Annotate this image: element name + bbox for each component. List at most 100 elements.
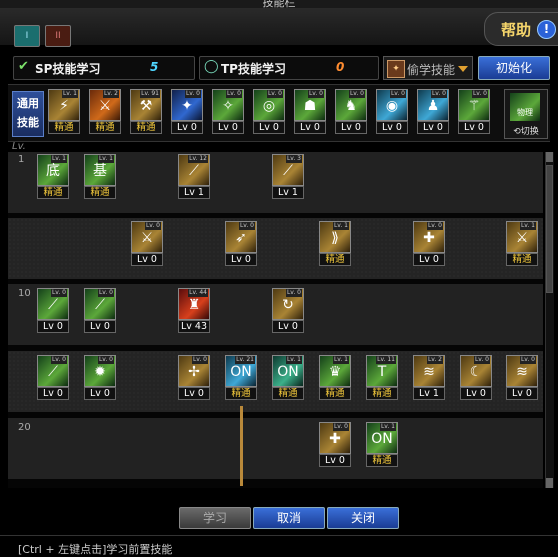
skill-level-label: Lv 43 — [178, 320, 210, 333]
skill-level-tag: Lv. 2 — [102, 90, 119, 98]
initialize-button[interactable]: 初始化 — [478, 56, 550, 80]
skill-icon[interactable]: Lv. 0 ✧ Lv 0 — [212, 89, 244, 134]
help-label: 帮助 — [501, 21, 532, 39]
skill-level-tag: Lv. 1 — [97, 155, 114, 163]
skill-level-label: 精通 — [319, 253, 351, 266]
divider — [0, 535, 558, 536]
common-skills-label: 通用技能 — [12, 91, 44, 137]
skill-icon[interactable]: Lv. 1 ⟫ 精通 — [319, 221, 351, 266]
skill-level-tag: Lv. 0 — [266, 90, 283, 98]
skill-level-tag: Lv. 1 — [332, 356, 349, 364]
scroll-up-arrow[interactable] — [546, 152, 553, 162]
scroll-down-arrow[interactable] — [546, 478, 553, 488]
skill-icon[interactable]: Lv. 0 ≋ Lv 0 — [506, 355, 538, 400]
skill-icon[interactable]: Lv. 0 ✚ Lv 0 — [413, 221, 445, 266]
tree-row-band — [8, 218, 543, 279]
skill-level-label: Lv 0 — [171, 121, 203, 134]
skill-icon[interactable]: Lv. 0 ⚔ Lv 0 — [131, 221, 163, 266]
skill-icon[interactable]: Lv. 3 ⟋ Lv 1 — [272, 154, 304, 199]
exchange-icon: 物理 — [510, 93, 540, 121]
skill-icon[interactable]: Lv. 0 ✚ Lv 0 — [319, 422, 351, 467]
skill-level-tag: Lv. 0 — [473, 356, 490, 364]
skill-level-tag: Lv. 0 — [225, 90, 242, 98]
skill-icon[interactable]: Lv. 44 ♜ Lv 43 — [178, 288, 210, 333]
skill-level-tag: Lv. 1 — [285, 356, 302, 364]
skill-glyph: ⚡ — [59, 98, 69, 114]
row-level-10: 10 — [18, 288, 31, 299]
hint-text: [Ctrl + 左键点击]学习前置技能 — [18, 543, 173, 556]
skill-level-tag: Lv. 1 — [61, 90, 78, 98]
exchange-button[interactable]: 物理 ⟲切换 — [504, 89, 548, 139]
skill-level-label: 精通 — [272, 387, 304, 400]
skill-level-label: Lv 0 — [131, 253, 163, 266]
skill-icon[interactable]: Lv. 0 ☗ Lv 0 — [294, 89, 326, 134]
skill-level-tag: Lv. 0 — [519, 356, 536, 364]
skill-level-label: Lv 0 — [335, 121, 367, 134]
skill-icon[interactable]: Lv. 0 ♞ Lv 0 — [335, 89, 367, 134]
skill-glyph: ⟋ — [48, 364, 58, 380]
skill-icon[interactable]: Lv. 0 ♟ Lv 0 — [417, 89, 449, 134]
skill-icon[interactable]: Lv. 1 ON 精通 — [366, 422, 398, 467]
skill-icon[interactable]: Lv. 0 ◎ Lv 0 — [253, 89, 285, 134]
skill-glyph: ↻ — [282, 297, 294, 313]
skill-level-label: Lv 0 — [417, 121, 449, 134]
tab-skill-page-1[interactable]: I — [14, 25, 40, 47]
skill-icon[interactable]: Lv. 0 ✹ Lv 0 — [84, 355, 116, 400]
close-button[interactable]: 关闭 — [327, 507, 399, 529]
sp-value: 5 — [150, 60, 159, 74]
skill-level-label: Lv 0 — [37, 320, 69, 333]
level-axis-label: Lv. — [12, 141, 26, 152]
skill-level-label: 精通 — [84, 186, 116, 199]
skill-icon[interactable]: Lv. 11 T 精通 — [366, 355, 398, 400]
skill-level-tag: Lv. 91 — [140, 90, 160, 98]
skill-icon[interactable]: Lv. 1 ♛ 精通 — [319, 355, 351, 400]
skill-glyph: ⟋ — [48, 297, 58, 313]
skill-icon[interactable]: Lv. 0 ⟋ Lv 0 — [37, 355, 69, 400]
skill-icon[interactable]: Lv. 1 基精通 — [84, 154, 116, 199]
exchange-icon-text: 物理 — [517, 108, 533, 117]
skill-level-label: Lv 0 — [294, 121, 326, 134]
skill-icon[interactable]: Lv. 0 ✢ Lv 0 — [178, 355, 210, 400]
skill-icon[interactable]: Lv. 1 ON 精通 — [272, 355, 304, 400]
sp-skill-points: ✔ SP技能学习 5 — [13, 56, 195, 80]
skill-icon[interactable]: Lv. 0 ◉ Lv 0 — [376, 89, 408, 134]
skill-level-label: 精通 — [366, 387, 398, 400]
skill-level-tag: Lv. 0 — [348, 90, 365, 98]
skill-icon[interactable]: Lv. 0 ⟋ Lv 0 — [84, 288, 116, 333]
help-button[interactable]: 帮助 ! — [484, 12, 558, 46]
skill-icon[interactable]: Lv. 21 ON 精通 — [225, 355, 257, 400]
skill-level-tag: Lv. 0 — [285, 289, 302, 297]
scrollbar-thumb[interactable] — [546, 165, 553, 293]
skill-icon[interactable]: Lv. 0 ➶ Lv 0 — [225, 221, 257, 266]
skill-icon[interactable]: Lv. 1 底精通 — [37, 154, 69, 199]
skill-icon[interactable]: Lv. 1 ⚔ 精通 — [506, 221, 538, 266]
skill-icon[interactable]: Lv. 0 ✦ Lv 0 — [171, 89, 203, 134]
skill-glyph: ♛ — [328, 364, 342, 380]
skill-icon[interactable]: Lv. 0 ⟋ Lv 0 — [37, 288, 69, 333]
skill-level-tag: Lv. 1 — [519, 222, 536, 230]
cancel-button[interactable]: 取消 — [253, 507, 325, 529]
row-level-20: 20 — [18, 422, 31, 433]
skill-icon[interactable]: Lv. 1 ⚡ 精通 — [48, 89, 80, 134]
skill-icon[interactable]: Lv. 0 ↻ Lv 0 — [272, 288, 304, 333]
tab-skill-page-2[interactable]: II — [45, 25, 71, 47]
skill-glyph: ☗ — [303, 98, 317, 114]
skill-level-label: Lv 0 — [460, 387, 492, 400]
steal-skill-dropdown[interactable]: ✦ 偷学技能 — [383, 56, 473, 80]
skill-icon[interactable]: Lv. 0 ☾ Lv 0 — [460, 355, 492, 400]
skill-icon[interactable]: Lv. 2 ⚔ 精通 — [89, 89, 121, 134]
skill-icon[interactable]: Lv. 12 ⟋ Lv 1 — [178, 154, 210, 199]
skill-glyph: ≋ — [516, 364, 528, 380]
skill-glyph: ≋ — [423, 364, 435, 380]
skill-level-label: Lv 0 — [84, 320, 116, 333]
skill-level-tag: Lv. 0 — [50, 356, 67, 364]
skill-icon[interactable]: Lv. 2 ≋ Lv 1 — [413, 355, 445, 400]
skill-icon[interactable]: Lv. 0 ⚚ Lv 0 — [458, 89, 490, 134]
tab-label: II — [55, 31, 61, 41]
skill-level-tag: Lv. 21 — [235, 356, 255, 364]
skill-icon[interactable]: Lv. 91 ⚒ 精通 — [130, 89, 162, 134]
learn-button[interactable]: 学习 — [179, 507, 251, 529]
check-icon: ✔ — [18, 59, 29, 74]
sp-label: SP技能学习 — [35, 62, 101, 76]
skill-glyph: ➶ — [235, 230, 247, 246]
